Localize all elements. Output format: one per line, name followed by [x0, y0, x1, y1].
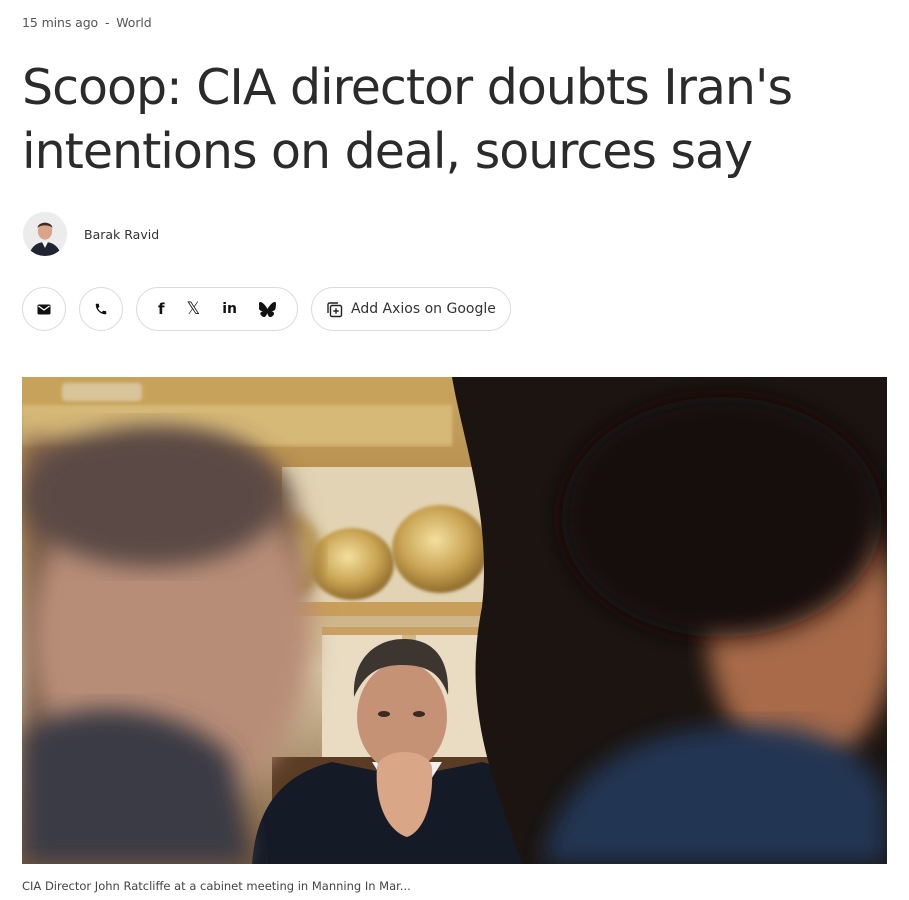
article-hero-image: [22, 377, 887, 864]
meta-separator: -: [104, 15, 110, 30]
add-axios-google-button[interactable]: Add Axios on Google: [311, 287, 511, 331]
author-name[interactable]: Barak Ravid: [84, 227, 159, 242]
add-source-icon: [326, 301, 343, 318]
bluesky-share-button[interactable]: [259, 301, 276, 317]
timestamp: 15 mins ago: [22, 15, 99, 30]
share-toolbar: f 𝕏 in Add Axios on Google: [22, 287, 511, 331]
phone-share-button[interactable]: [79, 287, 123, 331]
x-share-button[interactable]: 𝕏: [187, 299, 201, 319]
mail-icon: [37, 304, 51, 315]
linkedin-share-button[interactable]: in: [222, 301, 237, 317]
author-avatar[interactable]: [23, 212, 67, 256]
add-axios-google-label: Add Axios on Google: [351, 301, 496, 317]
author-photo-icon: [23, 212, 67, 256]
email-share-button[interactable]: [22, 287, 66, 331]
image-caption: CIA Director John Ratcliffe at a cabinet…: [22, 879, 411, 893]
social-share-group: f 𝕏 in: [136, 287, 298, 331]
byline: Barak Ravid: [23, 211, 159, 257]
section-link[interactable]: World: [116, 15, 151, 30]
article-meta: 15 mins ago - World: [22, 15, 152, 30]
butterfly-icon: [259, 301, 276, 317]
facebook-share-button[interactable]: f: [158, 300, 165, 318]
phone-icon: [94, 302, 108, 316]
article-headline: Scoop: CIA director doubts Iran's intent…: [22, 59, 793, 180]
hero-photo-illustration: [22, 377, 887, 864]
